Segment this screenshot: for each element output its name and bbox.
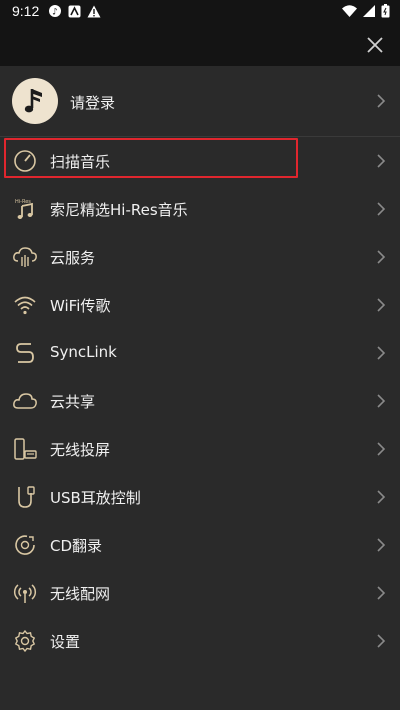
menu-item-cloud-share[interactable]: 云共享 [0,377,400,425]
menu-item-wifi-transfer[interactable]: WiFi传歌 [0,281,400,329]
cloud-share-icon [12,388,38,414]
notification-icon: ♪ [49,5,61,18]
chevron-right-icon [377,94,386,108]
menu-item-label: 索尼精选Hi-Res音乐 [50,201,188,219]
wifi-signal-icon [342,5,357,17]
side-menu: 请登录 扫描音乐 Hi-Res 索尼精选Hi-Res音乐 云服务 WiFi传歌 [0,66,400,665]
svg-text:♪: ♪ [52,8,58,18]
chevron-right-icon [377,250,386,264]
wireless-cast-icon [12,436,38,462]
chevron-right-icon [377,442,386,456]
close-icon [367,37,383,53]
menu-item-label: 无线配网 [50,585,111,603]
status-time: 9:12 [12,3,40,19]
menu-item-usb-amp[interactable]: USB耳放控制 [0,473,400,521]
menu-item-label: 扫描音乐 [50,153,111,171]
chevron-right-icon [377,586,386,600]
status-bar: 9:12 ♪ [0,0,400,24]
usb-amp-icon [12,484,38,510]
chevron-right-icon [377,346,386,360]
menu-item-label: CD翻录 [50,537,103,555]
login-row[interactable]: 请登录 [0,66,400,137]
scan-music-icon [12,148,38,174]
wireless-network-icon [12,580,38,606]
close-button[interactable] [362,32,388,58]
chevron-right-icon [377,634,386,648]
menu-item-wireless-cast[interactable]: 无线投屏 [0,425,400,473]
menu-item-label: 设置 [50,633,81,651]
warning-icon [87,5,101,17]
menu-item-label: USB耳放控制 [50,489,141,507]
music-note-icon [24,89,42,113]
menu-item-label: SyncLink [50,343,117,361]
cloud-service-icon [12,244,38,270]
chevron-right-icon [377,154,386,168]
menu-item-label: 云共享 [50,393,96,411]
avatar [12,78,58,124]
login-label: 请登录 [70,94,116,112]
top-bar [0,24,400,66]
menu-item-settings[interactable]: 设置 [0,617,400,665]
hires-music-icon: Hi-Res [12,196,38,222]
menu-item-synclink[interactable]: SyncLink [0,329,400,377]
menu-item-label: WiFi传歌 [50,297,111,315]
menu-item-cd-rip[interactable]: CD翻录 [0,521,400,569]
synclink-icon [12,340,38,366]
chevron-right-icon [377,394,386,408]
chevron-right-icon [377,538,386,552]
wifi-transfer-icon [12,292,38,318]
menu-item-scan-music[interactable]: 扫描音乐 [0,137,400,185]
cell-signal-icon [363,5,375,17]
chevron-right-icon [377,490,386,504]
menu-item-label: 云服务 [50,249,96,267]
cd-rip-icon [12,532,38,558]
gear-icon [12,628,38,654]
chevron-right-icon [377,298,386,312]
battery-icon [381,4,390,18]
menu-item-cloud-service[interactable]: 云服务 [0,233,400,281]
menu-item-label: 无线投屏 [50,441,111,459]
app-notification-icon [68,5,81,17]
menu-item-hires-music[interactable]: Hi-Res 索尼精选Hi-Res音乐 [0,185,400,233]
menu-item-wireless-network[interactable]: 无线配网 [0,569,400,617]
chevron-right-icon [377,202,386,216]
